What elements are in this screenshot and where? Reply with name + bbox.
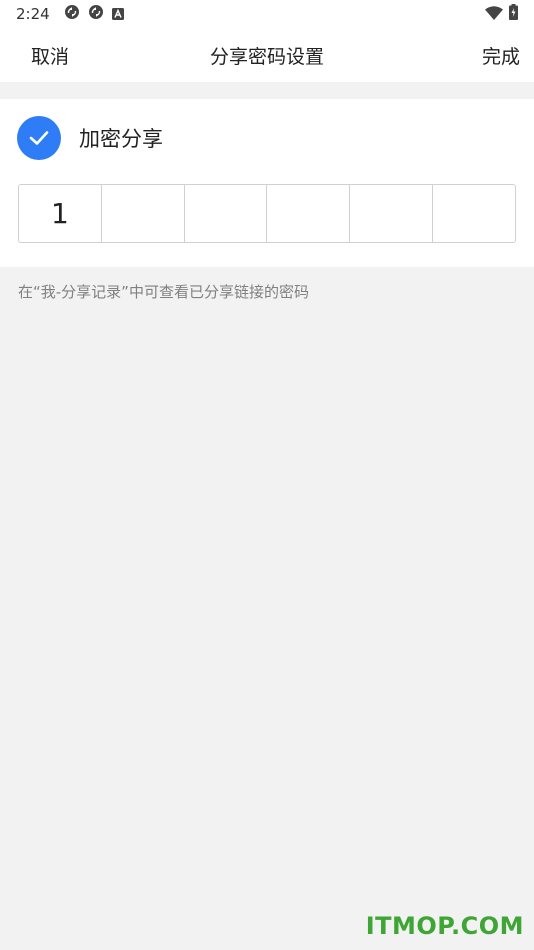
pin-digit-2[interactable] xyxy=(102,185,185,242)
a-box-icon xyxy=(111,5,124,24)
pin-digit-3[interactable] xyxy=(185,185,268,242)
encrypt-share-toggle[interactable]: 加密分享 xyxy=(17,116,163,160)
watermark: ITMOP.COM xyxy=(365,912,524,940)
page-title: 分享密码设置 xyxy=(209,46,324,68)
pin-digit-6[interactable] xyxy=(433,185,515,242)
status-bar: 2:24 xyxy=(0,0,534,28)
password-input[interactable]: 1 xyxy=(18,184,516,243)
hint-text: 在“我-分享记录”中可查看已分享链接的密码 xyxy=(18,283,309,301)
battery-charging-icon xyxy=(509,4,518,24)
pin-digit-4[interactable] xyxy=(267,185,351,242)
pin-digit-5[interactable] xyxy=(350,185,434,242)
nav-bar: 取消 分享密码设置 完成 xyxy=(0,28,534,82)
pin-digit-1[interactable]: 1 xyxy=(19,185,102,242)
checkmark-icon[interactable] xyxy=(17,116,61,160)
sync-icon xyxy=(88,4,104,24)
done-button[interactable]: 完成 xyxy=(482,42,520,69)
password-settings-card: 加密分享 1 xyxy=(0,99,534,267)
sync-icon xyxy=(64,4,80,24)
status-time: 2:24 xyxy=(16,5,50,23)
wifi-icon xyxy=(485,5,503,24)
encrypt-share-label: 加密分享 xyxy=(79,127,163,151)
